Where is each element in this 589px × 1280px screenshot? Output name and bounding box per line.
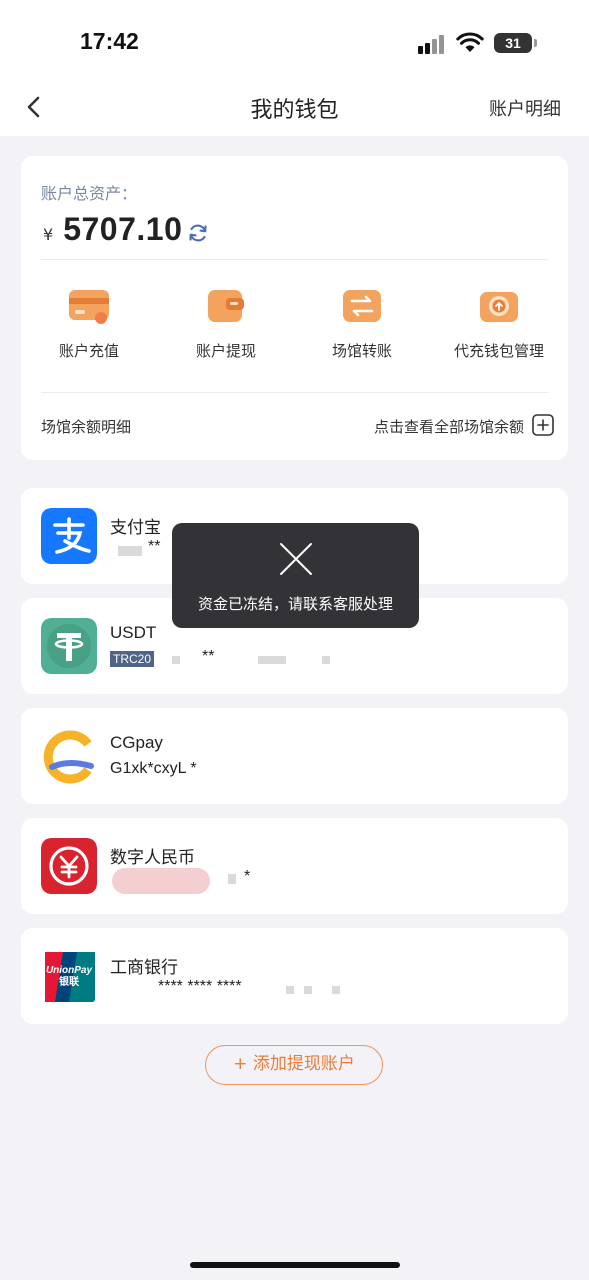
redaction-mark	[304, 986, 312, 994]
account-card-cgpay[interactable]: CGpay G1xk*cxyL *	[21, 708, 568, 804]
redaction-mark	[118, 546, 142, 556]
agent-wallet-label: 代充钱包管理	[453, 342, 544, 360]
cgpay-logo	[41, 728, 97, 784]
wallet-withdraw-icon	[208, 290, 244, 322]
recharge-label: 账户充值	[58, 342, 119, 360]
signal-icon	[418, 34, 448, 54]
withdraw-label: 账户提现	[195, 342, 256, 360]
battery-level: 31	[505, 35, 521, 51]
account-name: CGpay	[110, 733, 163, 752]
wifi-icon	[456, 32, 484, 52]
venue-transfer-label: 场馆转账	[331, 342, 392, 360]
divider	[41, 259, 548, 260]
view-all-venue-balance-link[interactable]: 点击查看全部场馆余额	[374, 416, 524, 437]
battery-icon: 31	[494, 33, 532, 53]
account-card-ecny[interactable]: 数字人民币 *	[21, 818, 568, 914]
toast-message: 资金已冻结，请联系客服处理	[197, 595, 393, 613]
venue-transfer-button[interactable]: 场馆转账	[297, 278, 427, 361]
agent-wallet-button[interactable]: 代充钱包管理	[434, 278, 564, 361]
svg-text:UnionPay: UnionPay	[46, 965, 93, 976]
currency-symbol: ¥	[43, 225, 54, 244]
account-name: USDT	[110, 623, 157, 642]
account-number-text: **** **** ****	[158, 978, 242, 995]
battery-tip	[534, 39, 537, 47]
redaction-mark	[228, 874, 236, 884]
redaction-mark	[322, 656, 330, 664]
venue-balance-row[interactable]: 场馆余额明细 点击查看全部场馆余额	[41, 410, 554, 440]
withdraw-button[interactable]: 账户提现	[161, 278, 291, 361]
account-number-text: **	[148, 538, 161, 555]
total-assets-row: ¥ 5707.10	[43, 211, 210, 255]
divider	[41, 392, 548, 393]
ecny-logo	[41, 838, 97, 894]
home-indicator[interactable]	[190, 1262, 400, 1268]
card-recharge-icon	[69, 290, 109, 324]
redaction-mark	[286, 986, 294, 994]
assets-card: 账户总资产： ¥ 5707.10 账户充值 账户提现 场馆转账 代充钱包管理 场…	[21, 156, 568, 460]
plus-box-icon[interactable]	[532, 414, 554, 436]
account-name: 支付宝	[110, 518, 161, 537]
transfer-icon	[343, 290, 381, 322]
refresh-icon[interactable]	[186, 221, 210, 245]
total-assets-amount: 5707.10	[63, 211, 183, 247]
agent-wallet-icon	[480, 292, 518, 322]
close-icon	[280, 543, 312, 575]
account-number-text: *	[244, 868, 251, 885]
recharge-button[interactable]: 账户充值	[24, 278, 154, 361]
account-number-text: **	[202, 648, 215, 665]
redaction-mark	[258, 656, 286, 664]
account-name: 工商银行	[110, 958, 178, 977]
network-badge: TRC20	[110, 650, 155, 667]
nav-bar: 我的钱包 账户明细	[0, 80, 589, 136]
redaction-mark	[172, 656, 180, 664]
venue-balance-label: 场馆余额明细	[41, 418, 132, 436]
account-card-icbc[interactable]: UnionPay 银联 工商银行 **** **** ****	[21, 928, 568, 1024]
wallet-actions: 账户充值 账户提现 场馆转账 代充钱包管理	[21, 278, 568, 378]
status-time: 17:42	[80, 28, 139, 54]
account-number: TRC20 **	[110, 648, 330, 668]
account-details-link[interactable]: 账户明细	[489, 95, 561, 121]
account-number: G1xk*cxyL *	[110, 760, 197, 777]
svg-text:银联: 银联	[59, 975, 79, 988]
status-bar: 17:42 31	[0, 0, 589, 80]
redaction-mark	[112, 868, 210, 894]
account-name: 数字人民币	[110, 848, 195, 867]
alipay-logo	[41, 508, 97, 564]
total-assets-label: 账户总资产：	[41, 184, 138, 203]
frozen-funds-toast: 资金已冻结，请联系客服处理	[172, 523, 419, 628]
unionpay-logo: UnionPay 银联	[41, 948, 97, 1004]
redaction-mark	[332, 986, 340, 994]
add-withdraw-account-button[interactable]: + 添加提现账户	[205, 1045, 383, 1085]
tether-logo	[41, 618, 97, 674]
